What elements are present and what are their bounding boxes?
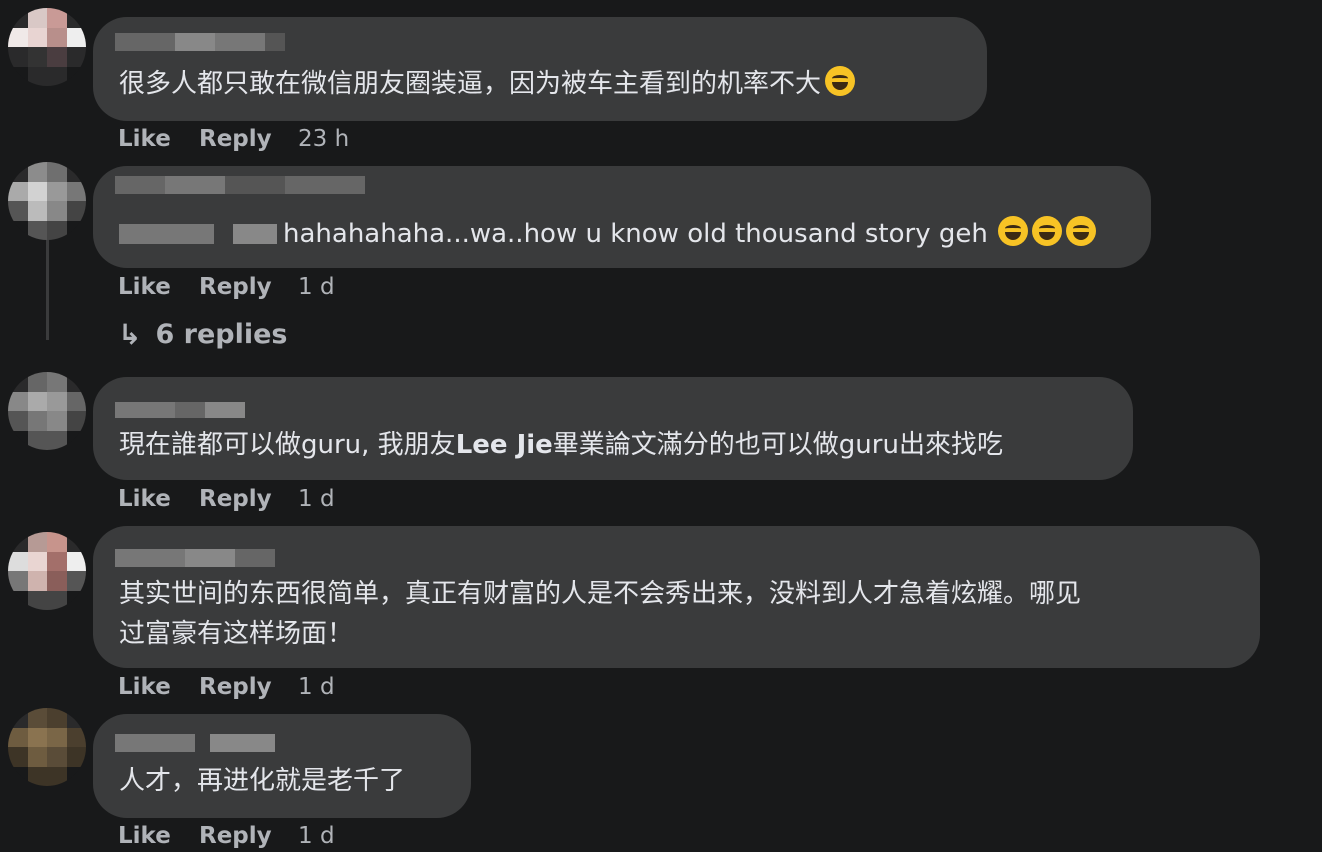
grinning-sweat-emoji [1065,216,1096,246]
avatar[interactable] [8,708,86,786]
like-button[interactable]: Like [118,486,199,512]
avatar[interactable] [8,8,86,86]
reply-arrow-icon: ↳ [118,318,142,351]
reply-button[interactable]: Reply [199,674,298,700]
reply-button[interactable]: Reply [199,823,298,849]
avatar[interactable] [8,532,86,610]
comment-text: hahahahaha...wa..how u know old thousand… [119,214,1096,254]
comment-bubble: 其实世间的东西很简单，真正有财富的人是不会秀出来，没料到人才急着炫耀。哪见 过富… [93,526,1260,668]
comment-actions: Like Reply 23 h [118,126,349,152]
author-name-blurred[interactable] [115,734,275,752]
like-button[interactable]: Like [118,274,199,300]
reply-button[interactable]: Reply [199,486,298,512]
like-button[interactable]: Like [118,126,199,152]
comment-actions: Like Reply 1 d [118,274,335,300]
comment-bubble: hahahahaha...wa..how u know old thousand… [93,166,1151,268]
comment-text: 很多人都只敢在微信朋友圈装逼，因为被车主看到的机率不大 [119,64,856,104]
comment-actions: Like Reply 1 d [118,486,335,512]
like-button[interactable]: Like [118,674,199,700]
timestamp[interactable]: 1 d [298,674,335,700]
timestamp[interactable]: 1 d [298,274,335,300]
comment-bubble: 人才，再进化就是老千了 [93,714,471,818]
reply-button[interactable]: Reply [199,126,298,152]
author-name-blurred[interactable] [115,33,285,51]
mention-blurred[interactable] [119,224,277,244]
like-button[interactable]: Like [118,823,199,849]
replies-count: 6 replies [155,319,288,350]
laughing-tears-emoji [825,66,856,96]
author-name-blurred[interactable] [115,176,365,194]
comment-actions: Like Reply 1 d [118,823,335,849]
timestamp[interactable]: 1 d [298,486,335,512]
comment-text-line-1: 其实世间的东西很简单，真正有财富的人是不会秀出来，没料到人才急着炫耀。哪见 [119,579,1082,609]
author-name-blurred[interactable] [115,549,275,567]
comment-text: 人才，再进化就是老千了 [119,766,406,796]
comment-text-line-2: 过富豪有这样场面！ [119,619,354,649]
timestamp[interactable]: 23 h [298,126,349,152]
comment-bubble: 很多人都只敢在微信朋友圈装逼，因为被车主看到的机率不大 [93,17,987,121]
avatar[interactable] [8,162,86,240]
grinning-sweat-emoji [1031,216,1062,246]
comment-actions: Like Reply 1 d [118,674,335,700]
comment-bubble: 現在誰都可以做guru, 我朋友Lee Jie畢業論文滿分的也可以做guru出來… [93,377,1133,480]
reply-button[interactable]: Reply [199,274,298,300]
comment-text: 現在誰都可以做guru, 我朋友Lee Jie畢業論文滿分的也可以做guru出來… [119,430,1003,460]
avatar[interactable] [8,372,86,450]
timestamp[interactable]: 1 d [298,823,335,849]
grinning-sweat-emoji [997,216,1028,246]
view-replies-link[interactable]: ↳ 6 replies [118,318,288,351]
author-name-blurred[interactable] [115,402,245,418]
